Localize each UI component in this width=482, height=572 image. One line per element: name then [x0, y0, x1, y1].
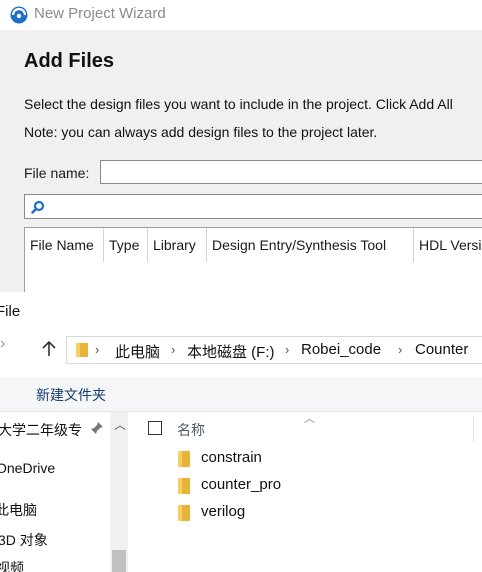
dialog-title: File	[0, 303, 21, 320]
filter-search-input[interactable]	[24, 194, 482, 219]
scrollbar-thumb[interactable]	[112, 550, 126, 572]
list-item[interactable]: counter_pro	[174, 474, 434, 498]
column-divider[interactable]	[473, 416, 474, 442]
select-all-checkbox[interactable]	[148, 421, 162, 435]
column-header-design-entry[interactable]: Design Entry/Synthesis Tool	[207, 228, 414, 262]
column-header-file-name[interactable]: File Name	[25, 228, 104, 262]
breadcrumb-local-disk[interactable]: 本地磁盘 (F:)	[187, 341, 275, 362]
file-open-dialog: File › › 此电脑 › 本地磁盘 (F:) › Robei_code › …	[0, 292, 482, 572]
nav-item-onedrive[interactable]: OneDrive	[0, 460, 55, 476]
file-name-label: File name:	[24, 165, 90, 181]
folder-icon	[178, 451, 190, 467]
list-item[interactable]: constrain	[174, 447, 434, 471]
column-header-library[interactable]: Library	[148, 228, 207, 262]
nav-item-quick-access[interactable]: 大学二年级专	[0, 420, 82, 440]
wizard-title: New Project Wizard	[34, 5, 166, 22]
file-name: counter_pro	[201, 476, 282, 493]
file-name: verilog	[201, 503, 246, 520]
breadcrumb-separator-icon: ›	[285, 342, 290, 357]
column-header-hdl-version[interactable]: HDL Version	[414, 228, 482, 262]
nav-item-this-pc[interactable]: 此电脑	[0, 500, 37, 520]
list-item[interactable]: verilog	[174, 501, 434, 525]
nav-item-videos[interactable]: 视频	[0, 558, 24, 572]
pin-icon	[91, 422, 103, 434]
new-folder-button[interactable]: 新建文件夹	[36, 385, 106, 405]
navigation-scrollbar[interactable]: ︿	[110, 412, 128, 572]
folder-icon	[76, 343, 88, 357]
command-bar: 新建文件夹	[0, 377, 482, 412]
page-title: Add Files	[24, 50, 115, 72]
forward-arrow-icon[interactable]: ›	[0, 335, 5, 353]
scroll-up-arrow-icon[interactable]: ︿	[114, 416, 126, 433]
nav-item-3d-objects[interactable]: 3D 对象	[0, 530, 48, 550]
new-project-wizard-window: New Project Wizard Add Files Select the …	[0, 0, 482, 300]
file-name-input[interactable]	[100, 160, 482, 184]
navigation-pane: 大学二年级专 OneDrive 此电脑 3D 对象 视频	[0, 412, 128, 572]
folder-icon	[178, 505, 190, 521]
sort-ascending-icon: ︿	[304, 413, 315, 425]
file-name: constrain	[201, 449, 262, 466]
breadcrumb-separator-icon: ›	[95, 342, 100, 357]
note-text: Note: you can always add design files to…	[24, 124, 378, 140]
column-header-name[interactable]: 名称	[177, 420, 205, 440]
up-arrow-icon[interactable]	[42, 341, 56, 357]
instruction-text: Select the design files you want to incl…	[24, 96, 453, 112]
breadcrumb-separator-icon: ›	[398, 342, 403, 357]
breadcrumb-separator-icon: ›	[171, 342, 176, 357]
file-list: 名称 ︿ constrain counter_pro verilog	[130, 412, 482, 572]
address-bar[interactable]: › 此电脑 › 本地磁盘 (F:) › Robei_code › Counter	[66, 336, 482, 364]
search-icon	[31, 200, 45, 214]
folder-icon	[178, 478, 190, 494]
app-logo-icon	[10, 6, 28, 24]
breadcrumb-robei-code[interactable]: Robei_code	[301, 341, 381, 358]
wizard-titlebar: New Project Wizard	[0, 0, 482, 30]
files-table: File Name Type Library Design Entry/Synt…	[24, 227, 482, 300]
breadcrumb-this-pc[interactable]: 此电脑	[115, 341, 160, 362]
breadcrumb-counter[interactable]: Counter	[415, 341, 468, 358]
column-header-type[interactable]: Type	[104, 228, 148, 262]
